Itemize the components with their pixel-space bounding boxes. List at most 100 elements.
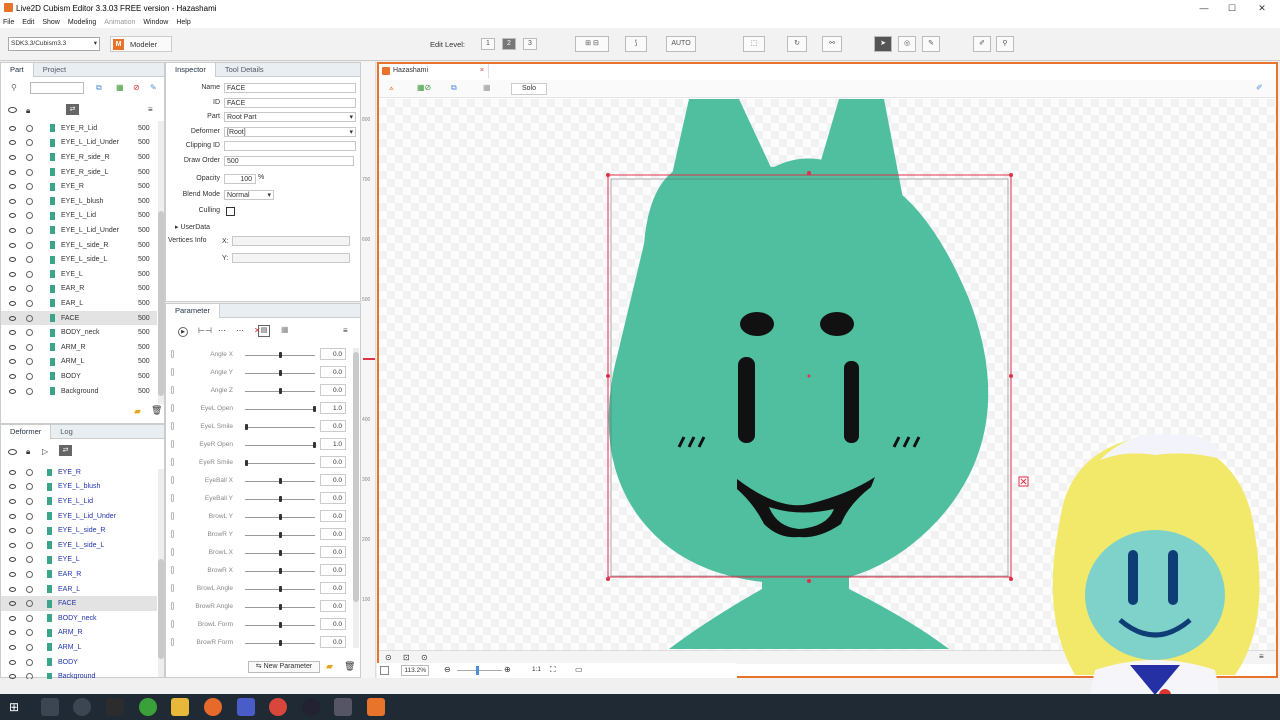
auto-tool-button[interactable]: AUTO [666, 36, 696, 52]
part-row[interactable]: EYE_L_Lid 500 [1, 209, 157, 224]
lock-toggle-icon[interactable] [26, 168, 33, 176]
opacity-field[interactable]: 100 [224, 174, 256, 184]
parameter-value-field[interactable]: 0.0 [320, 546, 346, 558]
parameter-row[interactable]: BrowL Form 0.0 [168, 616, 348, 634]
parameter-value-field[interactable]: 1.0 [320, 438, 346, 450]
lock-toggle-icon[interactable] [26, 256, 33, 264]
lock-toggle-icon[interactable] [26, 299, 33, 307]
parameter-row[interactable]: BrowL X 0.0 [168, 544, 348, 562]
part-row[interactable]: ARM_L 500 [1, 355, 157, 370]
part-row[interactable]: Background 500 [1, 384, 157, 399]
taskbar-app-9-icon[interactable] [302, 698, 320, 716]
tab-deformer[interactable]: Deformer [1, 425, 52, 439]
zoom-in-icon[interactable]: ⊕ [504, 665, 511, 674]
vertex-x-field[interactable] [232, 236, 350, 246]
clipping-id-field[interactable] [224, 141, 356, 151]
deformer-row[interactable]: Background [1, 669, 157, 679]
blend-mode-select[interactable]: Normal ▾ [224, 190, 274, 200]
lock-toggle-icon[interactable] [26, 387, 33, 395]
lock-toggle-icon[interactable] [26, 358, 33, 366]
play-icon[interactable]: ▷ [42, 447, 48, 456]
parameter-key-icon[interactable] [171, 584, 174, 592]
part-row[interactable]: EYE_R_side_R 500 [1, 150, 157, 165]
part-row[interactable]: EAR_L 500 [1, 296, 157, 311]
parameter-slider-thumb[interactable] [279, 388, 282, 394]
capture-alt-icon[interactable]: ⊙ [421, 653, 428, 662]
parameter-slider[interactable] [245, 445, 315, 446]
key-step-icon[interactable]: ⊢⊣ [198, 326, 212, 335]
parameter-slider-thumb[interactable] [279, 622, 282, 628]
lock-toggle-icon[interactable] [26, 183, 33, 191]
visibility-eye-icon[interactable] [9, 388, 16, 394]
parameter-row[interactable]: EyeR Smile 0.0 [168, 454, 348, 472]
deformer-row[interactable]: EYE_L_Lid_Under [1, 509, 157, 524]
visibility-eye-icon[interactable] [9, 615, 16, 621]
edit-pen-icon[interactable]: ✎ [150, 83, 157, 92]
parameter-key-icon[interactable] [171, 350, 174, 358]
lock-toggle-icon[interactable] [26, 527, 33, 535]
lock-toggle-icon[interactable] [26, 124, 33, 132]
deformer-scrollbar[interactable] [158, 469, 164, 677]
mesh-tool-icon[interactable]: ⊞ ⊟ [575, 36, 609, 52]
close-icon[interactable]: × [480, 64, 484, 78]
lock-toggle-icon[interactable] [26, 643, 33, 651]
parameter-key-icon[interactable] [171, 548, 174, 556]
parameter-row[interactable]: EyeL Smile 0.0 [168, 418, 348, 436]
zoom-out-icon[interactable]: ⊖ [444, 665, 451, 674]
visibility-eye-icon[interactable] [9, 198, 16, 204]
parameter-key-icon[interactable] [171, 458, 174, 466]
parameter-row[interactable]: BrowL Y 0.0 [168, 508, 348, 526]
parameter-value-field[interactable]: 0.0 [320, 384, 346, 396]
filter-icon[interactable]: ⧉ [96, 83, 102, 93]
parameter-value-field[interactable]: 0.0 [320, 564, 346, 576]
parameter-row[interactable]: BrowR Y 0.0 [168, 526, 348, 544]
vertex-y-field[interactable] [232, 253, 350, 263]
tab-inspector[interactable]: Inspector [166, 63, 216, 77]
parameter-value-field[interactable]: 0.0 [320, 618, 346, 630]
parameter-slider-thumb[interactable] [279, 640, 282, 646]
parameter-slider-thumb[interactable] [279, 496, 282, 502]
visibility-eye-icon[interactable] [9, 242, 16, 248]
parameter-row[interactable]: EyeBall X 0.0 [168, 472, 348, 490]
zoom-slider[interactable] [457, 666, 502, 675]
part-row[interactable]: EYE_R 500 [1, 179, 157, 194]
parameter-value-field[interactable]: 0.0 [320, 420, 346, 432]
parameter-slider-thumb[interactable] [313, 442, 316, 448]
maximize-button[interactable]: ☐ [1216, 0, 1248, 16]
key-three-icon[interactable]: ⋯ [236, 326, 244, 335]
taskbar-app-1-icon[interactable] [41, 698, 59, 716]
deformer-row[interactable]: EYE_L_side_L [1, 538, 157, 553]
tab-tool-details[interactable]: Tool Details [216, 63, 273, 77]
visibility-eye-icon[interactable] [9, 169, 16, 175]
parameter-value-field[interactable]: 0.0 [320, 366, 346, 378]
parameter-slider-thumb[interactable] [279, 568, 282, 574]
visibility-eye-icon[interactable] [9, 184, 16, 190]
parameter-slider-thumb[interactable] [279, 352, 282, 358]
lock-toggle-icon[interactable] [26, 212, 33, 220]
parameter-slider-thumb[interactable] [279, 586, 282, 592]
sync-icon[interactable]: ⇄ [66, 104, 79, 115]
visibility-eye-icon[interactable] [9, 300, 16, 306]
visibility-eye-icon[interactable] [9, 154, 16, 160]
taskbar-firefox-icon[interactable] [204, 698, 222, 716]
pen-icon[interactable]: ✐ [973, 36, 991, 52]
parameter-key-icon[interactable] [171, 476, 174, 484]
parameter-value-field[interactable]: 0.0 [320, 492, 346, 504]
visibility-eye-icon[interactable] [9, 644, 16, 650]
part-search-input[interactable] [30, 82, 84, 94]
lasso-icon[interactable]: ◎ [898, 36, 916, 52]
lock-toggle-icon[interactable] [26, 241, 33, 249]
deformer-row[interactable]: BODY [1, 655, 157, 670]
parameter-slider[interactable] [245, 409, 315, 410]
camera-icon[interactable]: ⊙ [385, 653, 392, 662]
visibility-header-icon[interactable] [8, 449, 17, 455]
taskbar-app-4-icon[interactable] [139, 698, 157, 716]
parameter-row[interactable]: EyeR Open 1.0 [168, 436, 348, 454]
deformer-row[interactable]: ARM_R [1, 626, 157, 641]
parameter-row[interactable]: BrowL Angle 0.0 [168, 580, 348, 598]
ratio-button[interactable]: 1:1 [532, 666, 541, 673]
visibility-eye-icon[interactable] [9, 125, 16, 131]
table-icon[interactable]: ▤ [258, 325, 270, 337]
tab-project[interactable]: Project [34, 63, 75, 77]
visibility-eye-icon[interactable] [9, 373, 16, 379]
